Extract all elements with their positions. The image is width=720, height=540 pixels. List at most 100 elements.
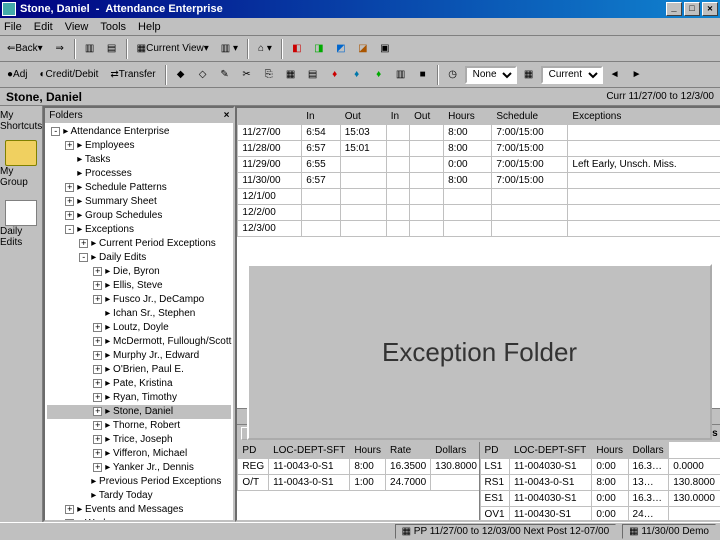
edit-icon-8[interactable]: ♦: [325, 65, 345, 85]
breadcrumb-name: Stone, Daniel: [6, 90, 82, 104]
tree-node[interactable]: +▸ McDermott, Fullough/Scott: [47, 335, 231, 349]
tree-node[interactable]: +▸ Murphy Jr., Edward: [47, 349, 231, 363]
status-bar: ▦ PP 11/27/00 to 12/03/00 Next Post 12-0…: [0, 522, 720, 540]
back-button[interactable]: ⇐ Back ▾: [2, 39, 48, 59]
forward-button[interactable]: ⇒: [50, 39, 70, 59]
tree-node[interactable]: +▸ Pate, Kristina: [47, 377, 231, 391]
timecard-grid[interactable]: InOutInOutHoursScheduleExceptions11/27/0…: [237, 108, 720, 258]
title-app: Attendance Enterprise: [105, 3, 222, 15]
current-view-button[interactable]: ▦ Current View ▾: [132, 39, 214, 59]
next-period-button[interactable]: ►: [627, 65, 647, 85]
minimize-button[interactable]: _: [666, 2, 682, 16]
main-pane: InOutInOutHoursScheduleExceptions11/27/0…: [235, 106, 720, 522]
shortcut-daily-edits[interactable]: Daily Edits: [0, 200, 42, 248]
page-icon: [5, 200, 37, 226]
tree-node[interactable]: +▸ Summary Sheet: [47, 195, 231, 209]
menu-bar: File Edit View Tools Help: [0, 18, 720, 36]
exception-folder-overlay: Exception Folder: [247, 264, 711, 440]
edit-icon-3[interactable]: ✎: [215, 65, 235, 85]
tool-icon-4[interactable]: ◩: [331, 39, 351, 59]
totals-grids: PDLOC-DEPT-SFTHoursRateDollarsREG11-0043…: [237, 442, 720, 520]
tool-icon-1[interactable]: ⌂ ▾: [253, 39, 277, 59]
tree-node[interactable]: ▸ Tardy Today: [47, 489, 231, 503]
tree-node[interactable]: +▸ Die, Byron: [47, 265, 231, 279]
edit-icon-1[interactable]: ◆: [171, 65, 191, 85]
shortcuts-toggle-icon[interactable]: ▥: [80, 39, 100, 59]
close-button[interactable]: ✕: [702, 2, 718, 16]
tree-node[interactable]: +▸ Trice, Joseph: [47, 433, 231, 447]
tool-icon-6[interactable]: ▣: [375, 39, 395, 59]
day-totals-grid[interactable]: PDLOC-DEPT-SFTHoursRateDollarsREG11-0043…: [237, 442, 479, 520]
menu-view[interactable]: View: [65, 21, 89, 33]
tree-node[interactable]: +▸ Yanker Jr., Dennis: [47, 461, 231, 475]
tree-node[interactable]: +▸ Ryan, Timothy: [47, 391, 231, 405]
tree-node[interactable]: ▸ Processes: [47, 167, 231, 181]
tool-icon-5[interactable]: ◪: [353, 39, 373, 59]
tree-node[interactable]: +▸ Schedule Patterns: [47, 181, 231, 195]
period-totals-grid[interactable]: PDLOC-DEPT-SFTHoursDollarsLS111-004030-S…: [480, 442, 720, 520]
menu-help[interactable]: Help: [138, 21, 161, 33]
app-icon: [2, 2, 16, 16]
tree-node[interactable]: +▸ Fusco Jr., DeCampo: [47, 293, 231, 307]
tree-node[interactable]: ▸ Tasks: [47, 153, 231, 167]
tree-node[interactable]: -▸ Attendance Enterprise: [47, 125, 231, 139]
shortcuts-header: My Shortcuts: [0, 110, 42, 132]
tree-node[interactable]: +▸ Employees: [47, 139, 231, 153]
edit-icon-4[interactable]: ✂: [237, 65, 257, 85]
tree-node[interactable]: +▸ Ellis, Steve: [47, 279, 231, 293]
title-bar: Stone, Daniel - Attendance Enterprise _ …: [0, 0, 720, 18]
tree-node[interactable]: +▸ Vifferon, Michael: [47, 447, 231, 461]
tree-node[interactable]: ▸ Ichan Sr., Stephen: [47, 307, 231, 321]
folders-pane: Folders × -▸ Attendance Enterprise+▸ Emp…: [43, 106, 235, 522]
shortcut-my-group[interactable]: My Group: [0, 140, 42, 188]
period-combo[interactable]: Current: [541, 66, 603, 84]
tree-node[interactable]: +▸ Loutz, Doyle: [47, 321, 231, 335]
edit-icon-2[interactable]: ◇: [193, 65, 213, 85]
tree-node[interactable]: +▸ Current Period Exceptions: [47, 237, 231, 251]
breadcrumb-range: Curr 11/27/00 to 12/3/00: [606, 91, 714, 102]
tree-node[interactable]: +▸ Workgroups: [47, 517, 231, 520]
filter-combo-1[interactable]: None: [465, 66, 517, 84]
tool-icon-3[interactable]: ◨: [309, 39, 329, 59]
prev-period-button[interactable]: ◄: [605, 65, 625, 85]
tree-node[interactable]: +▸ Group Schedules: [47, 209, 231, 223]
menu-tools[interactable]: Tools: [100, 21, 126, 33]
tree-node[interactable]: ▸ Previous Period Exceptions: [47, 475, 231, 489]
shortcuts-bar: My Shortcuts My Group Daily Edits: [0, 106, 43, 522]
edit-icon-6[interactable]: ▦: [281, 65, 301, 85]
edit-icon-9[interactable]: ♦: [347, 65, 367, 85]
adj-button[interactable]: ● Adj: [2, 65, 33, 85]
status-period: ▦ PP 11/27/00 to 12/03/00 Next Post 12-0…: [395, 524, 617, 539]
maximize-button[interactable]: □: [684, 2, 700, 16]
folders-toggle-icon[interactable]: ▤: [102, 39, 122, 59]
menu-file[interactable]: File: [4, 21, 22, 33]
title-employee: Stone, Daniel: [20, 3, 90, 15]
folders-title: Folders: [49, 110, 82, 121]
folders-close-icon[interactable]: ×: [224, 110, 230, 121]
status-date: ▦ 11/30/00 Demo: [622, 524, 716, 539]
tool-icon-2[interactable]: ◧: [287, 39, 307, 59]
tree-node[interactable]: +▸ Thorne, Robert: [47, 419, 231, 433]
folder-tree[interactable]: -▸ Attendance Enterprise+▸ Employees▸ Ta…: [45, 123, 233, 520]
tree-node[interactable]: -▸ Exceptions: [47, 223, 231, 237]
edit-icon-11[interactable]: ▥: [391, 65, 411, 85]
tree-node[interactable]: -▸ Daily Edits: [47, 251, 231, 265]
edit-icon-5[interactable]: ⎘: [259, 65, 279, 85]
clock-icon[interactable]: ◷: [443, 65, 463, 85]
toolbar-nav: ⇐ Back ▾ ⇒ ▥ ▤ ▦ Current View ▾ ▥ ▾ ⌂ ▾ …: [0, 36, 720, 62]
grid-view-icon[interactable]: ▥ ▾: [216, 39, 243, 59]
breadcrumb: Stone, Daniel Curr 11/27/00 to 12/3/00: [0, 88, 720, 106]
tree-node[interactable]: +▸ Events and Messages: [47, 503, 231, 517]
menu-edit[interactable]: Edit: [34, 21, 53, 33]
overlay-label: Exception Folder: [382, 337, 577, 368]
tree-node[interactable]: +▸ O'Brien, Paul E.: [47, 363, 231, 377]
calendar-icon[interactable]: ▦: [519, 65, 539, 85]
edit-icon-7[interactable]: ▤: [303, 65, 323, 85]
folders-header: Folders ×: [45, 108, 233, 123]
edit-icon-10[interactable]: ♦: [369, 65, 389, 85]
tree-node[interactable]: +▸ Stone, Daniel: [47, 405, 231, 419]
credit-debit-button[interactable]: ◐ Credit/Debit: [35, 65, 104, 85]
edit-icon-12[interactable]: ■: [413, 65, 433, 85]
shortcut-label: Daily Edits: [0, 226, 42, 248]
transfer-button[interactable]: ⇄ Transfer: [105, 65, 160, 85]
